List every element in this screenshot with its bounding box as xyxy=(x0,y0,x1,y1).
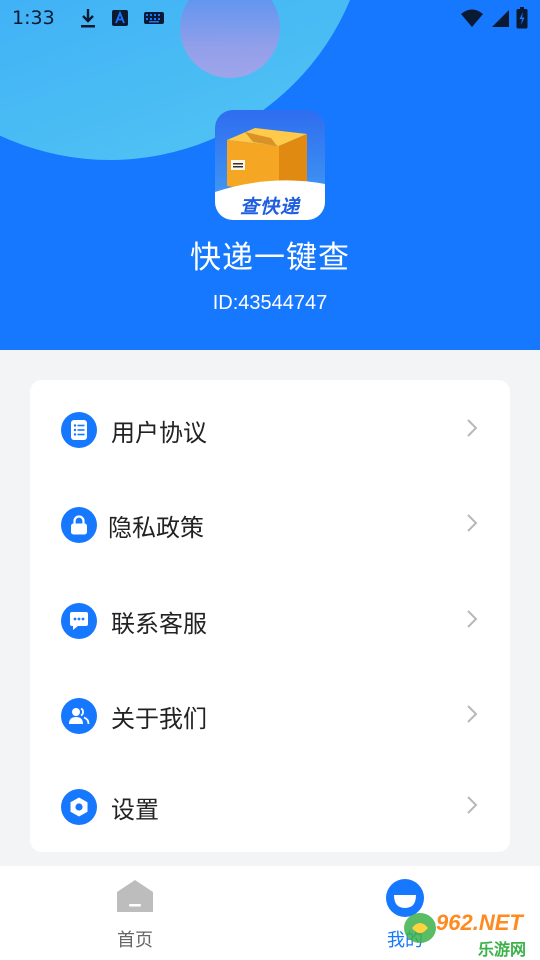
chat-bubble-icon xyxy=(61,603,97,639)
people-icon xyxy=(61,698,97,734)
home-icon xyxy=(115,878,155,918)
menu-item-label: 用户协议 xyxy=(111,418,207,447)
menu-item-label: 隐私政策 xyxy=(108,513,204,542)
menu-item-label: 设置 xyxy=(111,795,159,824)
watermark-subtext: 乐游网 xyxy=(478,940,527,959)
lock-icon xyxy=(61,507,97,543)
menu-item-user-agreement[interactable]: 用户协议 xyxy=(30,385,510,475)
chevron-right-icon xyxy=(466,609,478,633)
chevron-right-icon xyxy=(466,795,478,819)
wifi-icon xyxy=(460,8,484,28)
app-logo-text: 查快递 xyxy=(239,196,300,218)
tab-home[interactable]: 首页 xyxy=(65,866,205,960)
site-watermark: 962.NET 乐游网 xyxy=(402,906,540,960)
tab-home-label: 首页 xyxy=(117,930,153,951)
menu-item-privacy-policy[interactable]: 隐私政策 xyxy=(30,480,510,570)
status-time: 1:33 xyxy=(12,7,55,29)
status-system-icons xyxy=(460,7,528,29)
settings-menu-card: 用户协议 隐私政策 联系客服 关于我们 设置 xyxy=(30,380,510,852)
profile-header: 1:33 查快递 快递一键查 ID:43544747 xyxy=(0,0,540,350)
status-bar: 1:33 xyxy=(0,0,540,36)
status-notification-icons xyxy=(79,7,165,29)
text-a-icon xyxy=(111,9,129,27)
document-list-icon xyxy=(61,412,97,448)
keyboard-icon xyxy=(143,10,165,26)
menu-item-about-us[interactable]: 关于我们 xyxy=(30,671,510,761)
menu-item-settings[interactable]: 设置 xyxy=(30,762,510,852)
user-id: ID:43544747 xyxy=(212,292,328,314)
watermark-text: 962.NET xyxy=(436,910,523,935)
download-icon xyxy=(79,7,97,29)
menu-item-label: 关于我们 xyxy=(111,704,207,733)
chevron-right-icon xyxy=(466,513,478,537)
menu-item-contact-support[interactable]: 联系客服 xyxy=(30,576,510,666)
gear-icon xyxy=(61,789,97,825)
signal-icon xyxy=(490,8,510,28)
app-name: 快递一键查 xyxy=(190,240,350,276)
app-logo: 查快递 xyxy=(215,110,325,220)
chevron-right-icon xyxy=(466,418,478,442)
battery-icon xyxy=(516,7,528,29)
menu-item-label: 联系客服 xyxy=(111,609,207,638)
chevron-right-icon xyxy=(466,704,478,728)
